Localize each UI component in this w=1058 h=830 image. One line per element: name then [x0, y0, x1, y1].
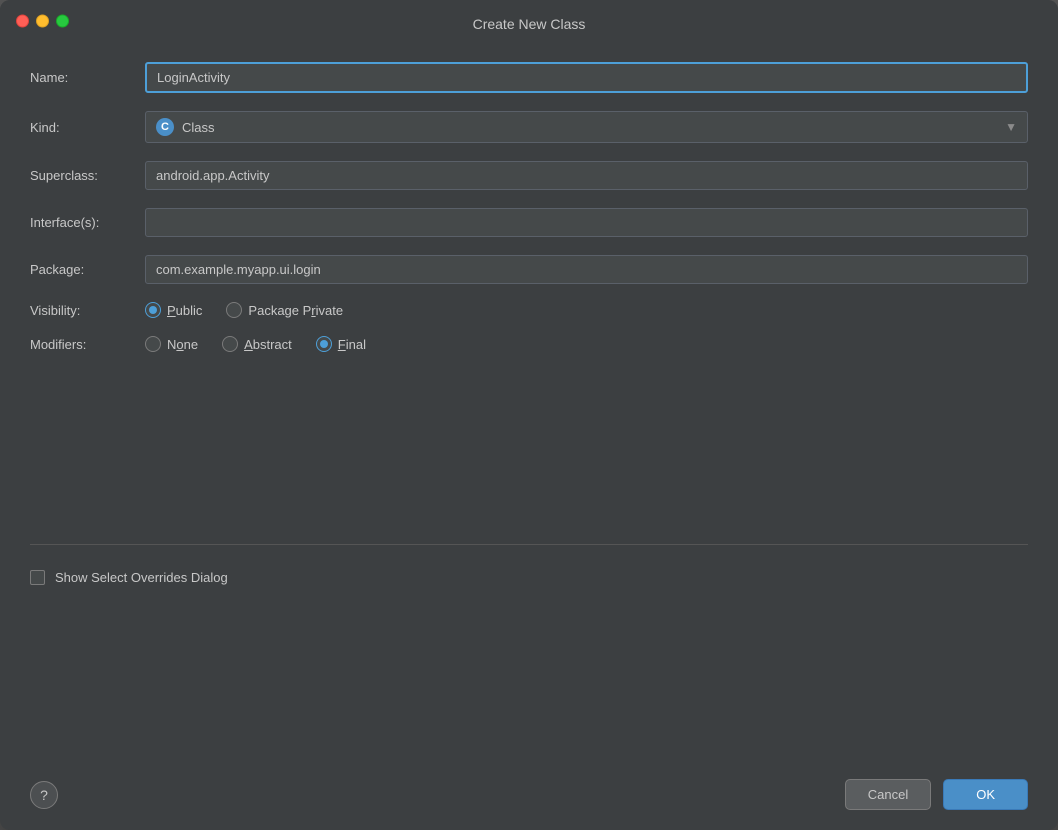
- dropdown-arrow-icon: ▼: [1005, 120, 1017, 134]
- modifiers-radio-group: None Abstract Final: [145, 336, 1028, 352]
- maximize-button[interactable]: [56, 15, 69, 28]
- kind-value: Class: [182, 120, 215, 135]
- modifiers-abstract-option[interactable]: Abstract: [222, 336, 292, 352]
- package-row: Package:: [30, 255, 1028, 284]
- divider: [30, 544, 1028, 545]
- interfaces-label: Interface(s):: [30, 215, 145, 230]
- name-row: Name:: [30, 62, 1028, 93]
- visibility-package-private-label: Package Private: [248, 303, 343, 318]
- visibility-radio-group: Public Package Private: [145, 302, 1028, 318]
- bottom-spacer: [30, 585, 1028, 744]
- radio-selected-indicator: [149, 306, 157, 314]
- interfaces-input[interactable]: [145, 208, 1028, 237]
- kind-badge: C: [156, 118, 174, 136]
- dialog-title: Create New Class: [473, 16, 586, 32]
- package-input[interactable]: [145, 255, 1028, 284]
- spacer: [30, 370, 1028, 529]
- kind-row: Kind: C Class ▼: [30, 111, 1028, 143]
- title-bar: Create New Class: [0, 0, 1058, 42]
- button-row: ? Cancel OK: [0, 763, 1058, 830]
- superclass-input[interactable]: [145, 161, 1028, 190]
- name-label: Name:: [30, 70, 145, 85]
- modifiers-final-label: Final: [338, 337, 366, 352]
- modifiers-label: Modifiers:: [30, 337, 145, 352]
- visibility-package-private-radio[interactable]: [226, 302, 242, 318]
- visibility-row: Visibility: Public Package Private: [30, 302, 1028, 318]
- superclass-label: Superclass:: [30, 168, 145, 183]
- modifiers-final-option[interactable]: Final: [316, 336, 366, 352]
- close-button[interactable]: [16, 15, 29, 28]
- visibility-label: Visibility:: [30, 303, 145, 318]
- cancel-button[interactable]: Cancel: [845, 779, 931, 810]
- name-input[interactable]: [145, 62, 1028, 93]
- visibility-public-option[interactable]: Public: [145, 302, 202, 318]
- kind-label: Kind:: [30, 120, 145, 135]
- interfaces-row: Interface(s):: [30, 208, 1028, 237]
- modifiers-final-radio[interactable]: [316, 336, 332, 352]
- visibility-public-label: Public: [167, 303, 202, 318]
- radio-final-selected-indicator: [320, 340, 328, 348]
- checkbox-row[interactable]: Show Select Overrides Dialog: [30, 570, 1028, 585]
- modifiers-none-radio[interactable]: [145, 336, 161, 352]
- visibility-package-private-option[interactable]: Package Private: [226, 302, 343, 318]
- superclass-row: Superclass:: [30, 161, 1028, 190]
- help-button[interactable]: ?: [30, 781, 58, 809]
- package-label: Package:: [30, 262, 145, 277]
- modifiers-abstract-radio[interactable]: [222, 336, 238, 352]
- minimize-button[interactable]: [36, 15, 49, 28]
- modifiers-none-option[interactable]: None: [145, 336, 198, 352]
- traffic-lights: [16, 15, 69, 28]
- create-new-class-dialog: Create New Class Name: Kind: C Class ▼ S…: [0, 0, 1058, 830]
- dialog-body: Name: Kind: C Class ▼ Superclass: Interf…: [0, 42, 1058, 763]
- ok-button[interactable]: OK: [943, 779, 1028, 810]
- show-overrides-checkbox[interactable]: [30, 570, 45, 585]
- kind-dropdown[interactable]: C Class ▼: [145, 111, 1028, 143]
- modifiers-row: Modifiers: None Abstract Final: [30, 336, 1028, 352]
- modifiers-none-label: None: [167, 337, 198, 352]
- visibility-public-radio[interactable]: [145, 302, 161, 318]
- show-overrides-label: Show Select Overrides Dialog: [55, 570, 228, 585]
- modifiers-abstract-label: Abstract: [244, 337, 292, 352]
